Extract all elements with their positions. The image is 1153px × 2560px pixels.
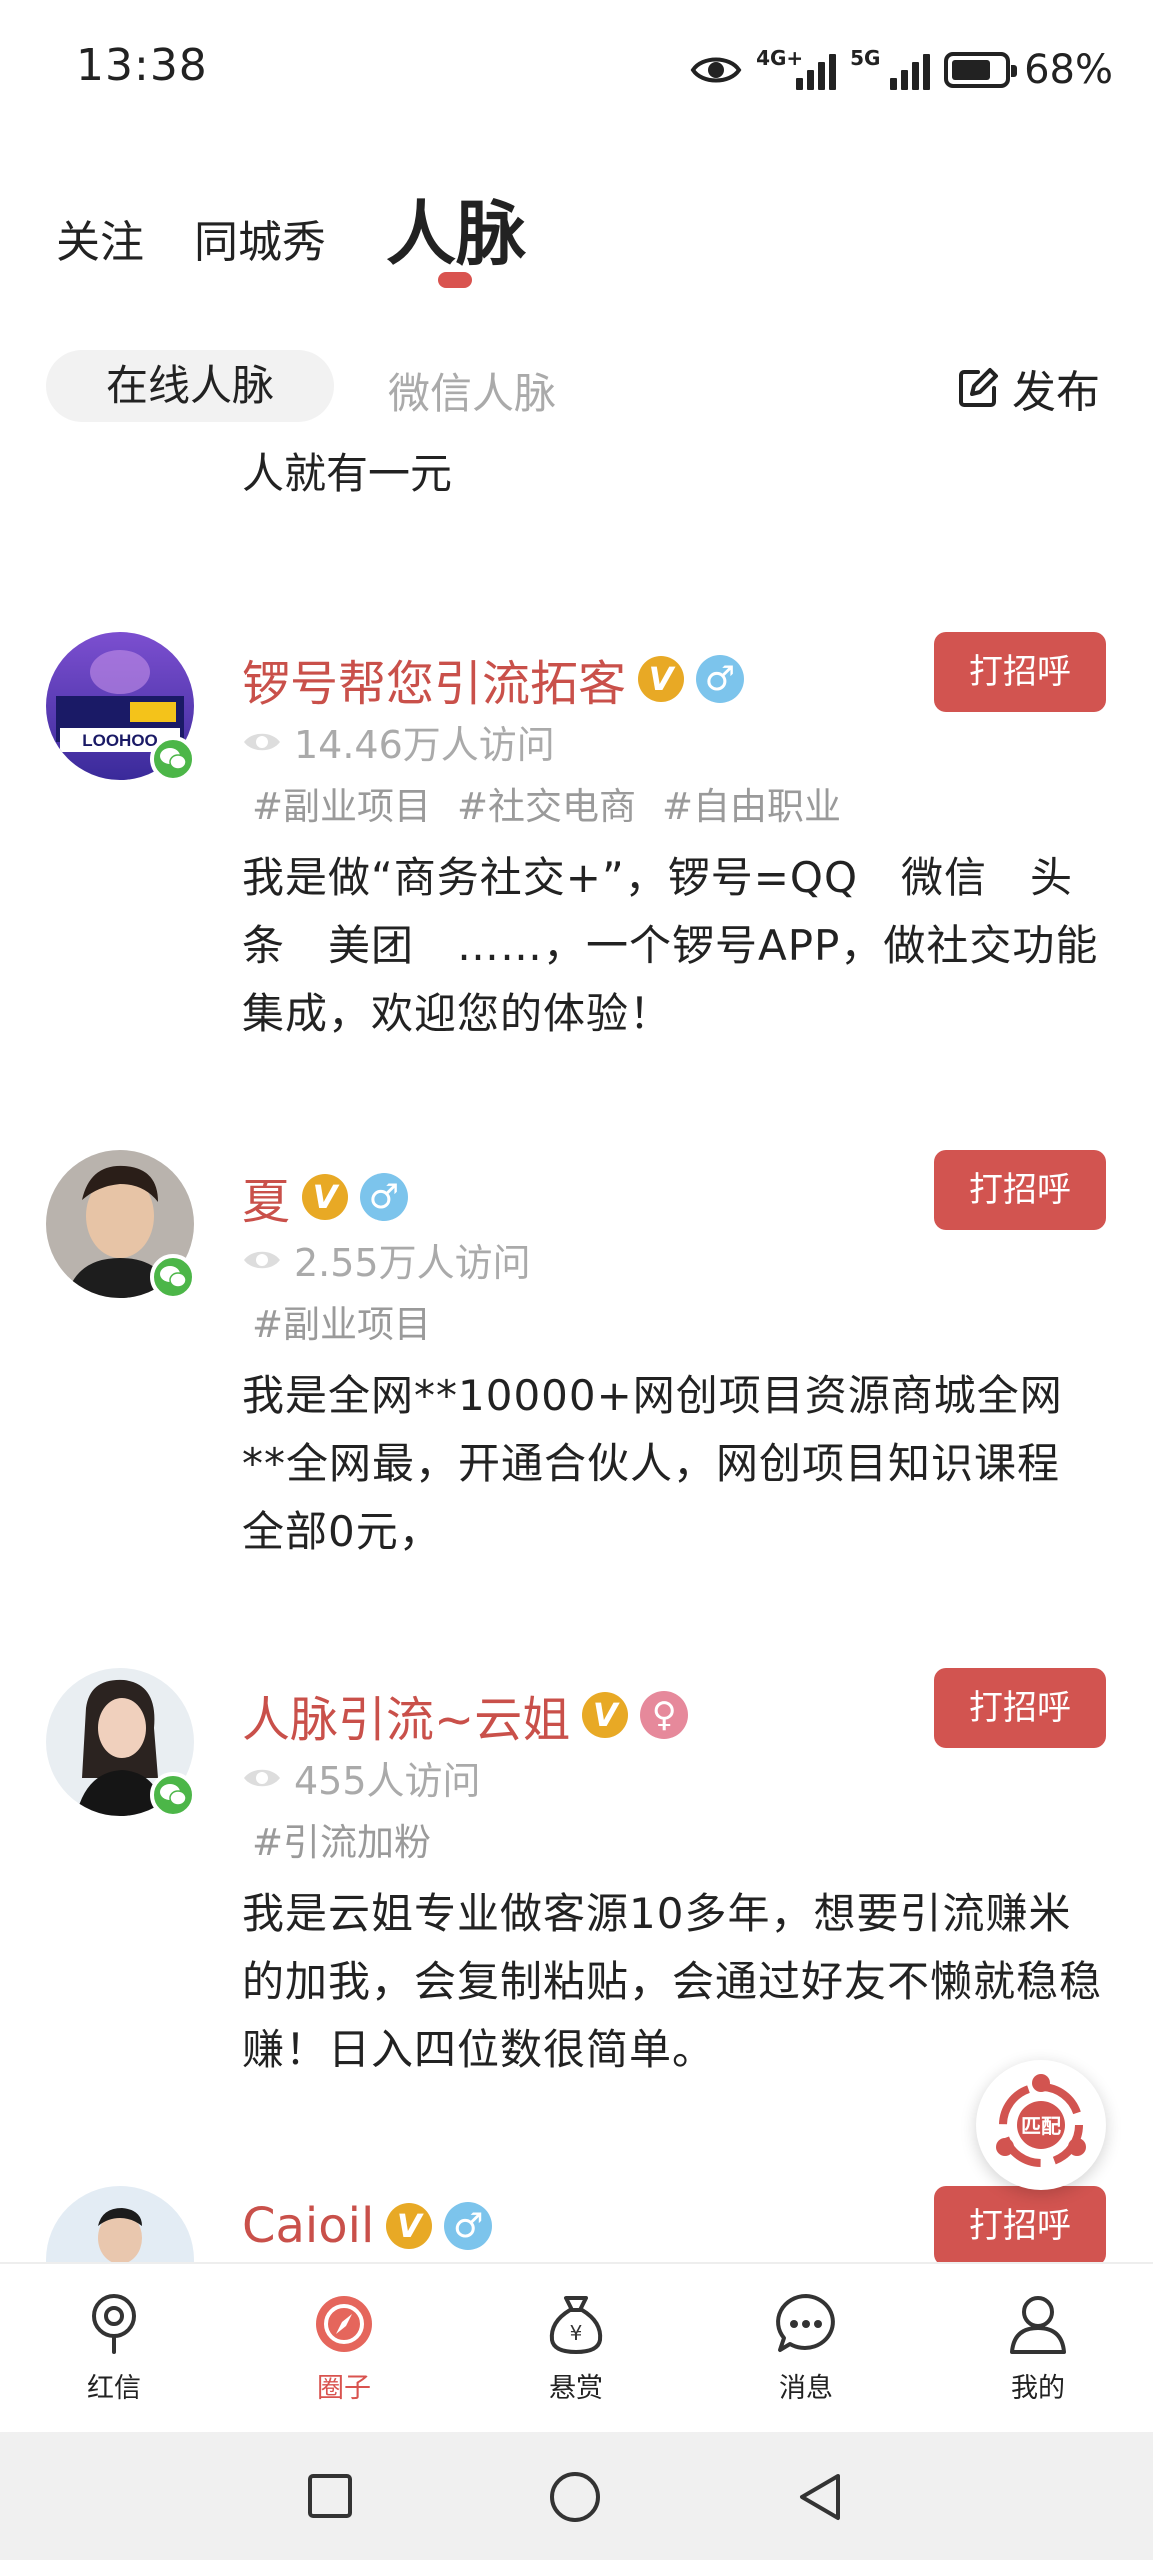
nav-label: 悬赏 [549, 2373, 603, 2404]
visit-count: 455人访问 [294, 1759, 481, 1803]
tags-row: #副业项目 #社交电商 #自由职业 [252, 776, 841, 830]
location-pin-icon [92, 2294, 136, 2354]
subtab-online-label: 在线人脉 [105, 361, 274, 410]
nav-label: 我的 [1011, 2373, 1065, 2404]
user-description: 我是全网**10000+网创项目资源商城全网**全网最，开通合伙人，网创项目知识… [242, 1371, 1063, 1556]
publish-button[interactable]: 发布 [956, 356, 1100, 420]
male-icon: ♂ [360, 1173, 409, 1221]
female-icon: ♀ [640, 1691, 689, 1739]
eye-icon [244, 733, 280, 750]
vip-badge-icon: V [302, 1174, 349, 1220]
nav-messages[interactable]: 消息 [726, 2292, 886, 2405]
user-name-row: Caioil V ♂ [242, 2198, 493, 2254]
status-time: 13:38 [76, 40, 208, 91]
battery-icon [944, 52, 1018, 88]
status-icons: 4G+ 5G 68% [690, 40, 1113, 100]
network-label-2: 5G [850, 46, 881, 70]
nav-label: 消息 [779, 2373, 833, 2404]
subtab-online-network[interactable]: 在线人脉 [46, 350, 334, 422]
eye-icon [244, 1251, 280, 1268]
visits-row: 455人访问 [242, 1750, 481, 1805]
recent-apps-icon[interactable] [306, 2472, 354, 2520]
status-bar: 13:38 4G+ 5G 68% [0, 0, 1153, 140]
tab-network[interactable]: 人脉 [386, 178, 526, 279]
tag[interactable]: #自由职业 [662, 776, 841, 830]
avatar[interactable] [46, 2186, 194, 2262]
partial-desc-text: 人就有一元 [242, 449, 453, 498]
vip-badge-icon: V [386, 2203, 433, 2249]
match-icon: 匹配 [996, 2074, 1086, 2167]
user-name[interactable]: 人脉引流~云姐 [242, 1680, 570, 1750]
user-description: 我是云姐专业做客源10多年，想要引流赚米的加我，会复制粘贴，会通过好友不懒就稳稳… [242, 1889, 1103, 2074]
wechat-badge-icon [150, 736, 196, 782]
nav-circle[interactable]: 圈子 [264, 2292, 424, 2405]
chat-bubble-icon [776, 2294, 835, 2352]
greet-button[interactable]: 打招呼 [934, 2186, 1106, 2262]
tag[interactable]: #副业项目 [252, 1294, 431, 1348]
nav-hongxin[interactable]: 红信 [34, 2292, 194, 2405]
eye-icon [690, 57, 742, 83]
tab-local-show[interactable]: 同城秀 [194, 206, 326, 270]
tab-active-indicator [438, 272, 472, 288]
partial-desc-line: 人就有一元 [242, 440, 452, 508]
match-label: 匹配 [1021, 2114, 1061, 2138]
greet-button[interactable]: 打招呼 [934, 1150, 1106, 1230]
subtab-wechat-network[interactable]: 微信人脉 [388, 360, 556, 421]
vip-badge-icon: V [638, 656, 685, 702]
back-icon[interactable] [796, 2472, 844, 2522]
user-description: 我是做“商务社交+”，锣号=QQ 微信 头条 美团 ……，一个锣号APP，做社交… [242, 853, 1099, 1038]
compass-icon [316, 2296, 372, 2352]
tag[interactable]: #引流加粉 [252, 1812, 431, 1866]
tag[interactable]: #副业项目 [252, 776, 431, 830]
user-name-row: 锣号帮您引流拓客 V ♂ [242, 644, 745, 714]
visits-row: 2.55万人访问 [242, 1232, 531, 1287]
nav-reward[interactable]: ¥ 悬赏 [496, 2292, 656, 2405]
money-bag-icon: ¥ [549, 2296, 603, 2355]
feed-list[interactable]: 人就有一元 LOOHOO 锣号帮您引流拓客 V ♂ 14.46万人访问 #副业项… [0, 440, 1153, 2262]
wechat-badge-icon [150, 1254, 196, 1300]
nav-label: 圈子 [317, 2373, 371, 2404]
greet-button[interactable]: 打招呼 [934, 1668, 1106, 1748]
network-label-1: 4G+ [756, 46, 804, 70]
user-name-row: 夏 V ♂ [242, 1162, 409, 1232]
avatar-logo-text: LOOHOO [82, 731, 158, 750]
male-icon: ♂ [444, 2202, 493, 2250]
nav-label: 红信 [87, 2373, 141, 2404]
home-icon[interactable] [548, 2470, 602, 2524]
signal-icon: 5G [850, 46, 931, 90]
nav-mine[interactable]: 我的 [958, 2292, 1118, 2405]
person-icon [1010, 2296, 1066, 2354]
visit-count: 2.55万人访问 [294, 1241, 531, 1285]
greet-button[interactable]: 打招呼 [934, 632, 1106, 712]
vip-badge-icon: V [582, 1692, 629, 1738]
user-name[interactable]: 夏 [242, 1162, 290, 1232]
tags-row: #引流加粉 [252, 1812, 431, 1866]
wechat-badge-icon [150, 1772, 196, 1818]
eye-icon [244, 1769, 280, 1786]
signal-icon: 4G+ [756, 46, 837, 90]
match-button[interactable]: 匹配 [976, 2060, 1106, 2190]
visit-count: 14.46万人访问 [294, 723, 555, 767]
tab-follow[interactable]: 关注 [56, 206, 144, 270]
user-name[interactable]: Caioil [242, 2198, 374, 2254]
publish-label: 发布 [1012, 367, 1100, 418]
svg-text:¥: ¥ [570, 2321, 583, 2345]
system-nav-bar [0, 2432, 1153, 2560]
battery-percent: 68% [1024, 47, 1113, 93]
tag[interactable]: #社交电商 [457, 776, 636, 830]
visits-row: 14.46万人访问 [242, 714, 555, 769]
user-name[interactable]: 锣号帮您引流拓客 [242, 644, 626, 714]
user-name-row: 人脉引流~云姐 V ♀ [242, 1680, 689, 1750]
bottom-nav: 红信 圈子 ¥ 悬赏 消息 我的 [0, 2262, 1153, 2432]
tags-row: #副业项目 [252, 1294, 431, 1348]
male-icon: ♂ [696, 655, 745, 703]
edit-icon [959, 368, 998, 407]
